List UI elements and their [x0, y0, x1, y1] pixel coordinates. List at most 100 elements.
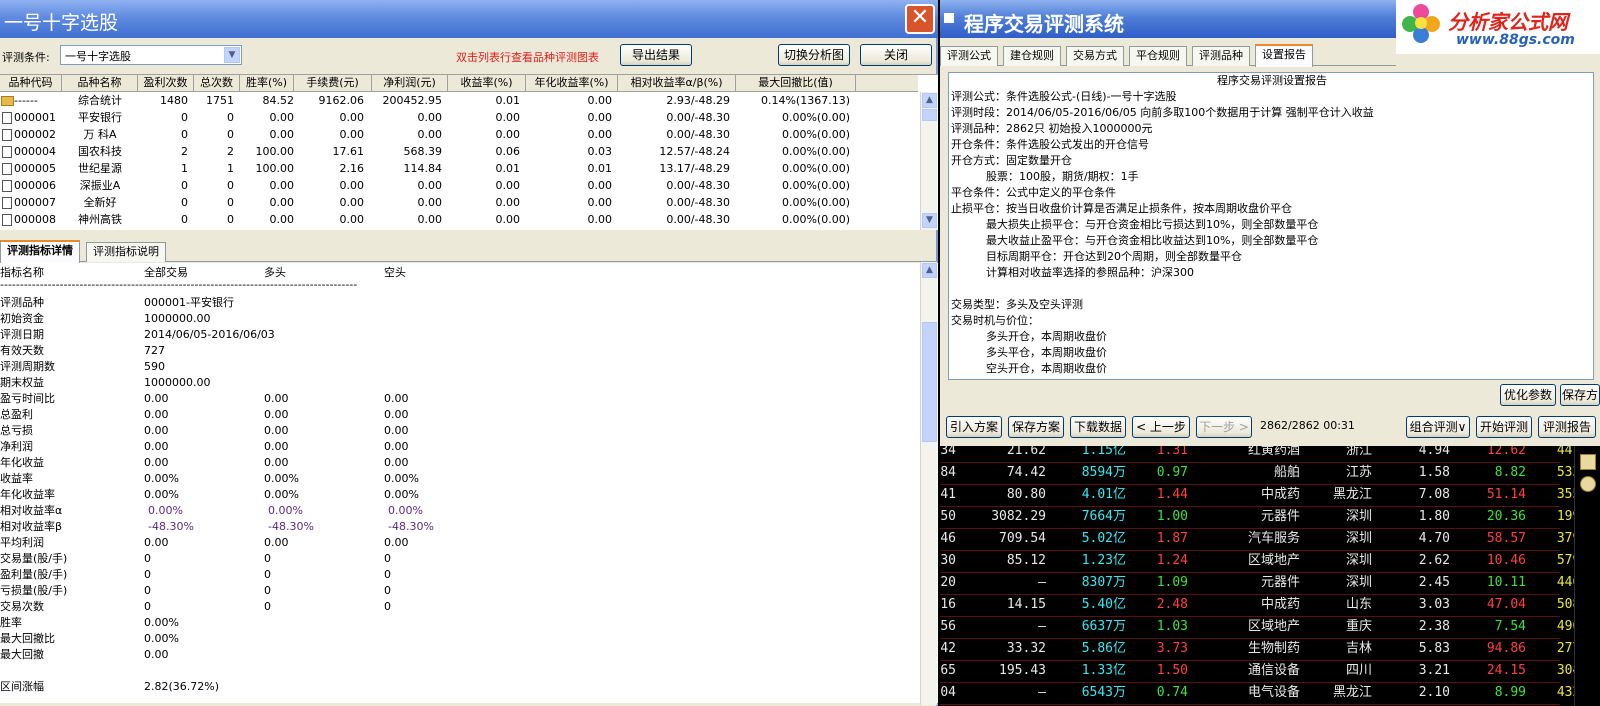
chevron-down-icon[interactable]: ▼ — [922, 213, 937, 228]
table-row[interactable]: 000006 深振业A 0 0 0.00 0.00 0.00 0.00 0.00 0.00/-48… — [0, 178, 918, 194]
metric-value: 0 — [384, 600, 391, 613]
metric-value: 0 — [264, 584, 271, 597]
download-data-button[interactable]: 下载数据 — [1070, 416, 1126, 438]
table-row[interactable]: 000004 国农科技 2 2 100.00 17.61 568.39 0.06 0.03 12.… — [0, 144, 918, 160]
list-item[interactable]: 7.56—6637万1.03区域地产重庆2.387.5449636 — [940, 616, 1600, 638]
quote-cell: 1.00 — [1156, 509, 1188, 524]
quote-cell: 0.74 — [1156, 685, 1188, 700]
settings-icon[interactable] — [1580, 476, 1596, 492]
condition-select[interactable]: 一号十字选股 ▼ — [60, 45, 242, 65]
table-cell: 0 — [227, 179, 234, 192]
stock-result-table[interactable]: 品种代码 品种名称 盈利次数 总次数 胜率(%) 手续费(元) 净利润(元) 收… — [0, 74, 938, 230]
export-button[interactable]: 导出结果 — [620, 44, 692, 66]
scroll-thumb[interactable] — [922, 322, 937, 442]
quote-cell: 2.45 — [1418, 575, 1450, 590]
close-icon[interactable]: ✕ — [905, 4, 935, 34]
detail-scrollbar[interactable]: ▲ — [920, 262, 937, 705]
quote-cell: 20.36 — [1486, 509, 1526, 524]
metric-value: 0.00% — [144, 472, 179, 485]
condition-row: 评测条件: 一号十字选股 ▼ 双击列表行查看品种评测图表 导出结果 切换分析图 … — [0, 44, 938, 68]
column-header[interactable]: 胜率(%) — [240, 75, 294, 92]
trading-evaluation-window: 程序交易评测系统 分析家公式网 www.88gs.com 评测公式 建仓规则 交… — [940, 0, 1600, 446]
combo-eval-button[interactable]: 组合评测∨ — [1406, 416, 1470, 438]
start-eval-button[interactable]: 开始评测 — [1476, 416, 1532, 438]
list-item[interactable]: 12.3421.621.15亿1.31红黄药酒浙江4.9412.6244167 — [940, 446, 1600, 462]
quote-cell: 红黄药酒 — [1247, 446, 1300, 458]
column-header[interactable]: 品种代码 — [0, 75, 62, 92]
list-item[interactable]: 20.503082.297664万1.00元器件深圳1.8020.3619941 — [940, 506, 1600, 528]
list-item[interactable]: 57.46709.545.02亿1.87汽车服务深圳4.7058.5737979 — [940, 528, 1600, 550]
table-row[interactable]: 000007 全新好 0 0 0.00 0.00 0.00 0.00 0.00 0.00/-48.… — [0, 195, 918, 211]
table-row[interactable]: 000008 神州高铁 0 0 0.00 0.00 0.00 0.00 0.00 0.00/-48… — [0, 212, 918, 228]
quote-cell: 94.86 — [1486, 641, 1526, 656]
table-cell: 1 — [181, 162, 188, 175]
quote-cell: 2.38 — [1418, 619, 1450, 634]
next-step-button[interactable]: 下一步 > — [1196, 416, 1252, 438]
chevron-up-icon[interactable]: ▲ — [922, 263, 937, 278]
metric-value: 590 — [144, 360, 165, 373]
table-row[interactable]: 000005 世纪星源 1 1 100.00 2.16 114.84 0.01 0.01 13.1… — [0, 161, 918, 177]
tab-instruments[interactable]: 评测品种 — [1192, 46, 1250, 66]
table-row[interactable]: 000001 平安银行 0 0 0.00 0.00 0.00 0.00 0.00 0.00/-48… — [0, 110, 918, 126]
metric-value: 0 — [144, 552, 151, 565]
column-header[interactable]: 品种名称 — [62, 75, 138, 92]
column-header[interactable]: 相对收益率α/β(%) — [618, 75, 736, 92]
table-row[interactable]: ------ 综合统计 1480 1751 84.52 9162.06 200452.95 0… — [0, 93, 918, 109]
metric-detail-panel: 指标名称 全部交易 多头 空头 ------------------------… — [0, 262, 938, 705]
close-button[interactable]: 关闭 — [860, 44, 932, 66]
metric-value: 0.00 — [384, 392, 409, 405]
column-header[interactable]: 年化收益率(%) — [526, 75, 618, 92]
list-item[interactable]: 49.4180.804.01亿1.44中成药黑龙江7.0851.1435570 — [940, 484, 1600, 506]
tab-trade-mode[interactable]: 交易方式 — [1066, 46, 1124, 66]
eval-report-button[interactable]: 评测报告 — [1538, 416, 1596, 438]
notepad-icon[interactable] — [1580, 454, 1596, 470]
quote-cell: 80.80 — [1006, 487, 1046, 502]
tab-metric-details[interactable]: 评测指标详情 — [0, 240, 80, 263]
prev-step-button[interactable]: < 上一步 — [1132, 416, 1190, 438]
quote-cell: 12.34 — [940, 446, 956, 458]
hint-text: 双击列表行查看品种评测图表 — [456, 51, 599, 64]
detail-row: 年化收益率 0.00% 0.00% 0.00% — [0, 487, 900, 503]
metric-value: 0.00% — [384, 488, 419, 501]
chevron-down-icon[interactable]: ▼ — [224, 47, 240, 63]
tab-close-rule[interactable]: 平仓规则 — [1129, 46, 1187, 66]
table-cell: 0.00%(0.00) — [781, 162, 850, 175]
quote-cell: 5.02亿 — [1081, 531, 1126, 546]
column-header[interactable]: 手续费(元) — [294, 75, 372, 92]
column-header[interactable]: 收益率(%) — [448, 75, 526, 92]
list-item[interactable]: 8.8474.428594万0.97船舶江苏1.588.8253342 — [940, 462, 1600, 484]
quote-cell: 47.04 — [1486, 597, 1526, 612]
list-item[interactable]: 91.4233.325.86亿3.73生物制药吉林5.8394.8627774 — [940, 638, 1600, 660]
list-item[interactable]: 10.20—8307万1.09元器件深圳2.4510.1144620 — [940, 572, 1600, 594]
tab-formula[interactable]: 评测公式 — [940, 46, 998, 66]
column-header[interactable]: 盈利次数 — [138, 75, 194, 92]
quote-cell: 山东 — [1345, 597, 1372, 612]
tab-metric-description[interactable]: 评测指标说明 — [86, 242, 166, 262]
metric-value: 0.00 — [264, 424, 289, 437]
market-quote-list[interactable]: 12.3421.621.15亿1.31红黄药酒浙江4.9412.62441678… — [940, 446, 1600, 706]
column-header[interactable]: 最大回撤比(值) — [736, 75, 856, 92]
table-scrollbar[interactable]: ▲ ▼ — [920, 92, 937, 230]
list-item[interactable]: 9.04—6543万0.74电气设备黑龙江2.108.9943278 — [940, 682, 1600, 704]
quote-cell: 1.31 — [1156, 446, 1188, 458]
tab-open-rule[interactable]: 建仓规则 — [1003, 46, 1061, 66]
tab-settings-report[interactable]: 设置报告 — [1255, 44, 1313, 67]
table-row[interactable]: 000002 万 科A 0 0 0.00 0.00 0.00 0.00 0.00 0.00/-48… — [0, 127, 918, 143]
metric-value: 0.00 — [264, 408, 289, 421]
column-header[interactable]: 总次数 — [194, 75, 240, 92]
chevron-up-icon[interactable]: ▲ — [922, 93, 937, 108]
scroll-thumb[interactable] — [922, 109, 937, 121]
list-item[interactable]: 10.3085.121.23亿1.24区域地产深圳2.6210.4657927 — [940, 550, 1600, 572]
metric-value: 0.00 — [384, 440, 409, 453]
optimize-button[interactable]: 优化参数 — [1500, 384, 1556, 406]
list-item[interactable]: 23.65195.431.33亿1.50通信设备四川3.2124.1530424 — [940, 660, 1600, 682]
detail-tabs: 评测指标详情 评测指标说明 — [0, 240, 938, 263]
switch-chart-button[interactable]: 切换分析图 — [778, 44, 850, 66]
save-as-button[interactable]: 保存方 — [1560, 384, 1600, 406]
metric-value: 0.00 — [144, 648, 169, 661]
save-scheme-button[interactable]: 保存方案 — [1008, 416, 1064, 438]
column-header[interactable]: 净利润(元) — [372, 75, 448, 92]
detail-row: 亏损量(股/手) 0 0 0 — [0, 583, 900, 599]
import-scheme-button[interactable]: 引入方案 — [946, 416, 1002, 438]
list-item[interactable]: 46.1614.155.40亿2.48中成药山东3.0347.0450855 — [940, 594, 1600, 616]
